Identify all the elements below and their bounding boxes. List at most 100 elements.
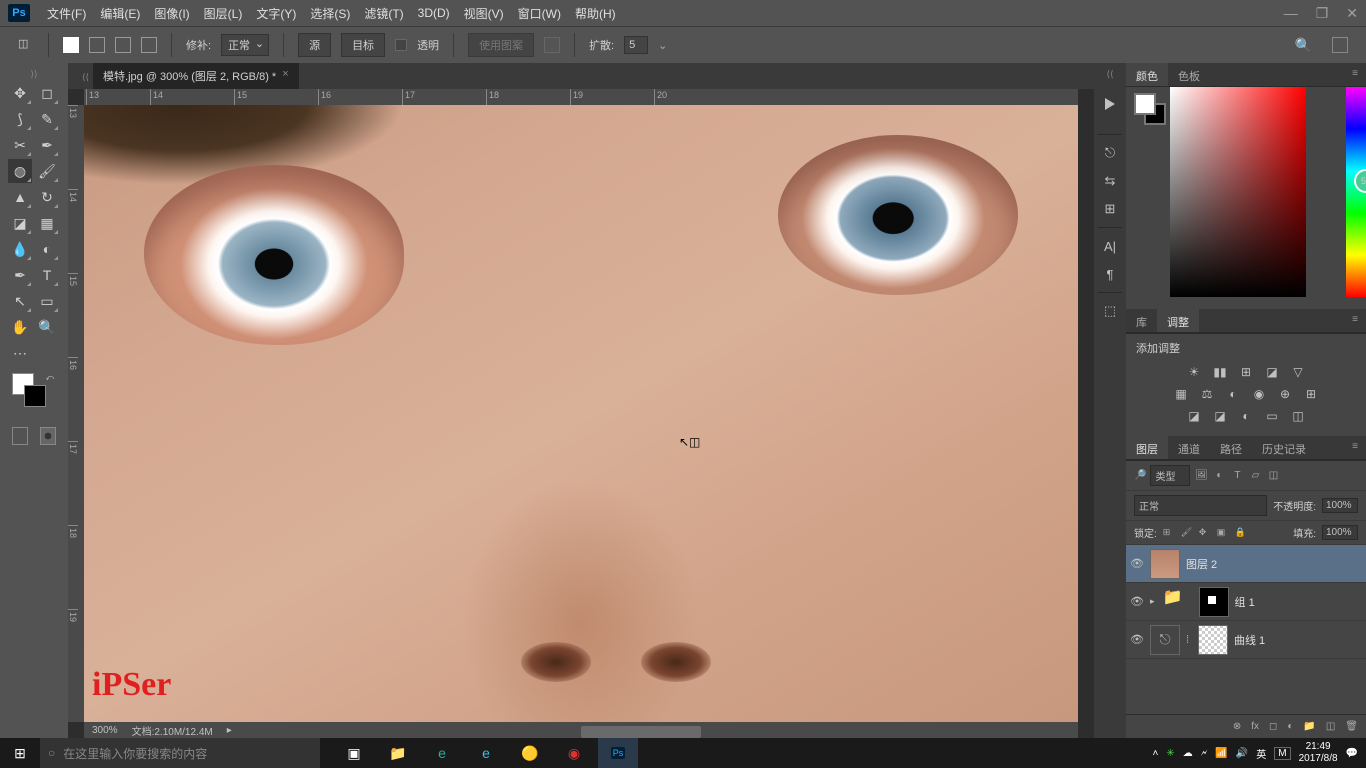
wifi-icon[interactable]: 📶 — [1215, 748, 1227, 759]
marquee-tool[interactable]: ◻ — [35, 81, 59, 105]
vstrip-collapse-icon[interactable]: ⟨⟨ — [1106, 69, 1113, 80]
menu-select[interactable]: 选择(S) — [303, 5, 357, 22]
move-tool[interactable]: ✥ — [8, 81, 32, 105]
menu-help[interactable]: 帮助(H) — [568, 5, 623, 22]
close-icon[interactable]: ✕ — [1346, 5, 1358, 22]
edge-icon[interactable]: e — [466, 738, 506, 768]
patch-tool-icon[interactable]: ◫ — [18, 37, 34, 53]
mask-thumbnail[interactable] — [1199, 587, 1229, 617]
patch-tool[interactable]: ◍ — [8, 159, 32, 183]
explorer-icon[interactable]: 📁 — [378, 738, 418, 768]
start-button[interactable]: ⊞ — [0, 738, 40, 768]
document-tab[interactable]: 模特.jpg @ 300% (图层 2, RGB/8) * × — [93, 63, 299, 89]
blend-mode-select[interactable]: 正常 — [1134, 495, 1267, 516]
ime-lang[interactable]: 英 — [1256, 746, 1266, 761]
bw-icon[interactable]: ◐ — [1225, 386, 1241, 402]
tab-adjustments[interactable]: 调整 — [1157, 309, 1199, 332]
color-swatches[interactable]: ⤺ — [0, 373, 68, 417]
lock-artboard-icon[interactable]: ▣ — [1217, 527, 1229, 539]
diffuse-input[interactable]: 5 — [624, 36, 648, 54]
menu-type[interactable]: 文字(Y) — [249, 5, 303, 22]
invert-icon[interactable]: ◪ — [1186, 408, 1202, 424]
visibility-toggle[interactable]: 👁 — [1130, 557, 1144, 570]
pattern-picker-icon[interactable] — [544, 37, 560, 53]
levels-icon[interactable]: ▮▮ — [1212, 364, 1228, 380]
destination-button[interactable]: 目标 — [341, 33, 385, 57]
taskbar-search[interactable]: ○ 在这里输入你要搜索的内容 — [40, 738, 320, 768]
filter-adjust-icon[interactable]: ◐ — [1212, 469, 1226, 483]
lock-all-icon[interactable]: 🔒 — [1235, 527, 1247, 539]
color-lookup-icon[interactable]: ⊞ — [1303, 386, 1319, 402]
path-select-tool[interactable]: ↖ — [8, 289, 32, 313]
transparent-checkbox[interactable] — [395, 39, 407, 51]
lock-image-icon[interactable]: 🖌 — [1181, 527, 1193, 539]
filter-smart-icon[interactable]: ◫ — [1266, 469, 1280, 483]
tab-layers[interactable]: 图层 — [1126, 436, 1168, 459]
cloud-icon[interactable]: ☁ — [1183, 748, 1193, 759]
gradient-map-icon[interactable]: ▭ — [1264, 408, 1280, 424]
volume-icon[interactable]: 🔊 — [1236, 748, 1248, 759]
menu-layer[interactable]: 图层(L) — [197, 5, 250, 22]
vertical-ruler[interactable]: 13 14 15 16 17 18 19 — [68, 105, 84, 722]
layer-row[interactable]: 👁 ▸ 📁 组 1 — [1126, 583, 1366, 621]
color-panel-menu-icon[interactable]: ≡ — [1344, 63, 1366, 86]
hue-icon[interactable]: ▦ — [1173, 386, 1189, 402]
tabbar-collapse-icon[interactable]: ⟨⟨ — [78, 72, 93, 89]
menu-file[interactable]: 文件(F) — [40, 5, 93, 22]
layer-row[interactable]: 👁 ⎋ ⁞ 曲线 1 — [1126, 621, 1366, 659]
tab-channels[interactable]: 通道 — [1168, 436, 1210, 459]
adjustment-icon[interactable]: ⎋ — [1150, 625, 1180, 655]
curves-icon[interactable]: ⊞ — [1238, 364, 1254, 380]
visibility-toggle[interactable]: 👁 — [1130, 595, 1144, 608]
paragraph-icon[interactable]: ⊞ — [1100, 199, 1120, 219]
crop-tool[interactable]: ✂ — [8, 133, 32, 157]
zoom-indicator[interactable]: 300% — [92, 725, 118, 736]
selective-color-icon[interactable]: ◫ — [1290, 408, 1306, 424]
lock-position-icon[interactable]: ✥ — [1199, 527, 1211, 539]
history-brush-tool[interactable]: ↻ — [35, 185, 59, 209]
brightness-icon[interactable]: ☀ — [1186, 364, 1202, 380]
dodge-tool[interactable]: ◐ — [35, 237, 59, 261]
layers-panel-menu-icon[interactable]: ≡ — [1344, 436, 1366, 459]
vibrance-icon[interactable]: ▽ — [1290, 364, 1306, 380]
paragraph-mark-icon[interactable]: ¶ — [1100, 264, 1120, 284]
menu-edit[interactable]: 编辑(E) — [93, 5, 147, 22]
notifications-icon[interactable]: 💬 — [1346, 748, 1358, 759]
workspace-layout-icon[interactable] — [1332, 37, 1348, 53]
zoom-tool[interactable]: 🔍 — [35, 315, 59, 339]
layer-filter-select[interactable]: 类型 — [1150, 465, 1190, 486]
adjust-panel-menu-icon[interactable]: ≡ — [1344, 309, 1366, 332]
edit-toolbar[interactable]: ⋯ — [8, 341, 32, 365]
cube-icon[interactable]: ⬚ — [1100, 301, 1120, 321]
libraries-icon[interactable]: ⎋ — [1100, 143, 1120, 163]
menu-filter[interactable]: 滤镜(T) — [357, 5, 410, 22]
menu-window[interactable]: 窗口(W) — [511, 5, 568, 22]
selection-intersect-icon[interactable] — [141, 37, 157, 53]
source-button[interactable]: 源 — [298, 33, 331, 57]
mask-thumbnail[interactable] — [1198, 625, 1228, 655]
threshold-icon[interactable]: ◐ — [1238, 408, 1254, 424]
swap-colors-icon[interactable]: ⤺ — [45, 373, 54, 383]
filter-image-icon[interactable]: 🖼 — [1194, 469, 1208, 483]
brush-tool[interactable]: 🖌 — [35, 159, 59, 183]
eraser-tool[interactable]: ◪ — [8, 211, 32, 235]
blur-tool[interactable]: 💧 — [8, 237, 32, 261]
shape-tool[interactable]: ▭ — [35, 289, 59, 313]
maximize-icon[interactable]: ❐ — [1316, 5, 1329, 22]
menu-image[interactable]: 图像(I) — [147, 5, 196, 22]
quickmask-mode-icon[interactable] — [40, 427, 56, 445]
eyedropper-tool[interactable]: ✒ — [35, 133, 59, 157]
gradient-tool[interactable]: ▦ — [35, 211, 59, 235]
tab-swatches[interactable]: 色板 — [1168, 63, 1210, 86]
photo-filter-icon[interactable]: ◉ — [1251, 386, 1267, 402]
fx-icon[interactable]: fx — [1251, 721, 1259, 732]
tray-up-icon[interactable]: ˄ — [1152, 748, 1158, 759]
task-view-icon[interactable]: ▣ — [334, 738, 374, 768]
selection-add-icon[interactable] — [89, 37, 105, 53]
layer-name[interactable]: 组 1 — [1235, 594, 1255, 610]
new-adjustment-icon[interactable]: ◐ — [1287, 721, 1293, 732]
chrome-icon[interactable]: 🟡 — [510, 738, 550, 768]
layer-thumbnail[interactable] — [1150, 549, 1180, 579]
link-layers-icon[interactable]: ⊗ — [1233, 721, 1241, 732]
status-menu-icon[interactable]: ▸ — [227, 725, 232, 736]
